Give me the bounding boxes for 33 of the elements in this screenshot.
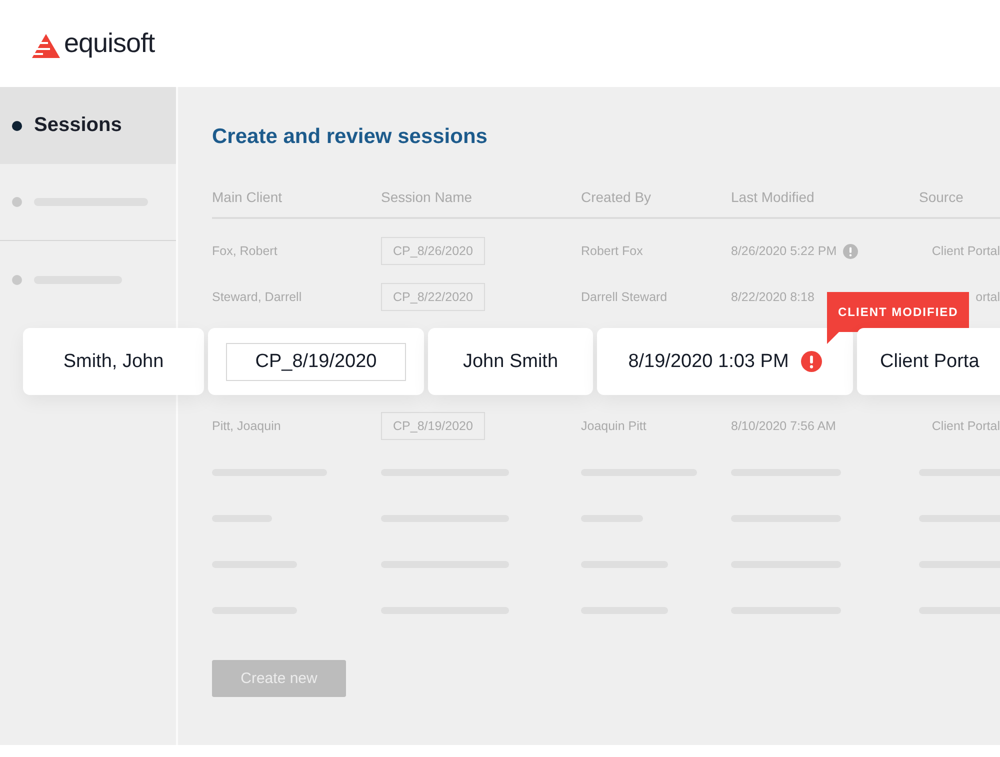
table-cell-text: Robert Fox xyxy=(581,244,644,258)
table-cell-text: Steward, Darrell xyxy=(212,290,303,304)
logo-text: equisoft xyxy=(64,28,155,59)
callout-cell: 8/19/2020 1:03 PM xyxy=(628,350,789,372)
table-cell: ortal xyxy=(976,290,1000,304)
column-header: Last Modified xyxy=(731,189,816,205)
session-name-field: CP_8/19/2020 xyxy=(381,412,485,440)
table-cell-text: Fox, Robert xyxy=(212,244,278,258)
bullet-icon xyxy=(12,120,22,130)
column-header: Created By xyxy=(581,189,652,205)
logo-icon xyxy=(32,34,61,58)
table-cell: Client Portal xyxy=(932,419,1000,433)
table-cell: Client Portal xyxy=(932,244,1000,258)
bullet-icon xyxy=(12,274,22,284)
table-cell: 8/22/2020 8:18 xyxy=(731,290,814,304)
column-header: Main Client xyxy=(212,189,284,205)
bullet-icon xyxy=(12,197,22,207)
session-name-field: CP_8/22/2020 xyxy=(381,283,485,311)
session-name-field: CP_8/19/2020 xyxy=(226,342,406,380)
sidebar-item[interactable]: Sessions xyxy=(0,87,176,164)
page-title: Create and review sessions xyxy=(212,125,488,149)
callout-cell: Client Porta xyxy=(857,328,1000,395)
table-cell: 8/26/2020 5:22 PM xyxy=(731,244,837,258)
session-name-field: CP_8/26/2020 xyxy=(381,237,485,265)
table-cell-text: Darrell Steward xyxy=(581,290,668,304)
column-header: Session Name xyxy=(381,189,474,205)
column-header: Source xyxy=(919,189,964,205)
table-cell-text: Joaquin Pitt xyxy=(581,419,648,433)
table-cell: 8/10/2020 7:56 AM xyxy=(731,419,836,433)
callout-cell: John Smith xyxy=(428,328,593,395)
table-cell-text: Pitt, Joaquin xyxy=(212,419,282,433)
sidebar-label[interactable]: Sessions xyxy=(34,114,122,137)
callout-cell: Smith, John xyxy=(23,328,204,395)
